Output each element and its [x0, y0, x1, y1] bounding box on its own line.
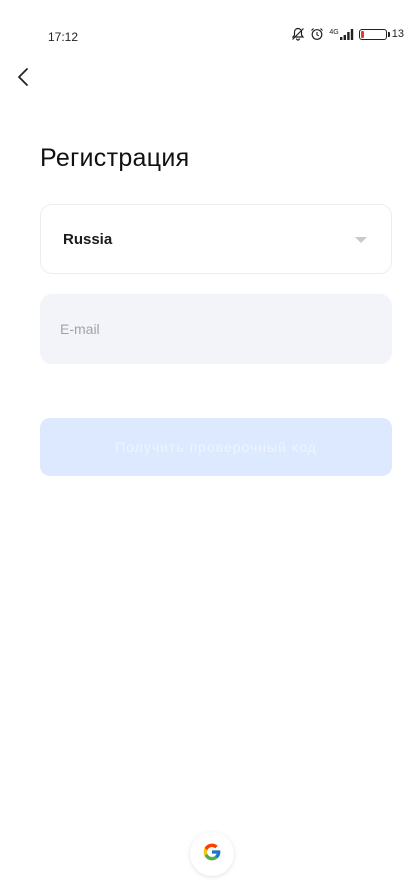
caret-down-icon	[355, 237, 367, 243]
registration-screen: 17:12 4G 13 Регистрация Russia E-mail По…	[0, 0, 410, 880]
battery-icon	[358, 28, 390, 40]
battery-percent: 13	[391, 28, 404, 40]
chevron-left-icon	[16, 67, 30, 92]
email-field[interactable]	[40, 294, 392, 364]
country-select[interactable]: Russia	[40, 204, 392, 274]
network-type: 4G	[329, 28, 339, 36]
alarm-icon	[310, 27, 324, 41]
status-bar: 17:12 4G 13	[0, 0, 410, 44]
google-sign-in-button[interactable]	[190, 832, 234, 876]
country-value: Russia	[63, 230, 113, 248]
signal-icon: 4G	[329, 28, 353, 40]
get-code-button[interactable]: Получить проверочный код	[40, 418, 392, 476]
page-title: Регистрация	[40, 144, 190, 172]
status-icons: 4G 13	[291, 27, 404, 41]
battery-level	[360, 30, 365, 38]
status-time: 17:12	[48, 30, 79, 44]
mute-icon	[291, 27, 305, 41]
back-button[interactable]	[8, 64, 38, 94]
google-icon	[202, 842, 222, 867]
